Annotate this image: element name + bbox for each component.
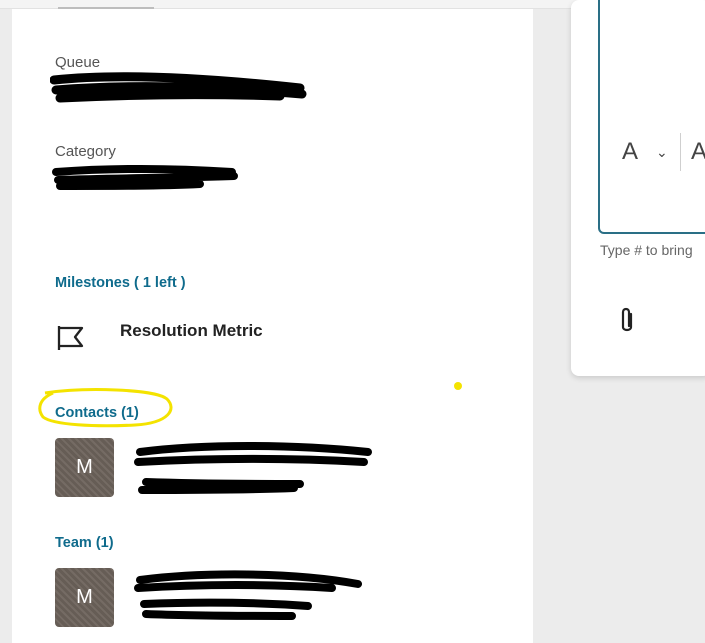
flag-icon [57,326,84,350]
contact-name-redacted [134,442,372,494]
font-button-2[interactable]: A [691,138,705,166]
annotation-dot [454,382,462,390]
milestone-item-label: Resolution Metric [120,321,263,340]
team-heading[interactable]: Team (1) [55,535,114,551]
contacts-heading[interactable]: Contacts (1) [55,405,139,421]
chevron-down-icon[interactable]: ⌄ [656,144,668,161]
contact-avatar[interactable]: M [55,438,114,497]
milestones-heading[interactable]: Milestones ( 1 left ) [55,275,186,291]
category-label: Category [55,143,116,160]
font-style-button[interactable]: A [622,138,638,166]
team-member-redacted [134,570,362,620]
paperclip-icon[interactable] [615,306,639,336]
category-value-redacted [52,165,238,190]
message-editor[interactable] [598,0,705,234]
queue-value-redacted [50,72,307,103]
team-avatar[interactable]: M [55,568,114,627]
toolbar-divider [680,133,681,171]
editor-hint: Type # to bring [600,242,693,258]
